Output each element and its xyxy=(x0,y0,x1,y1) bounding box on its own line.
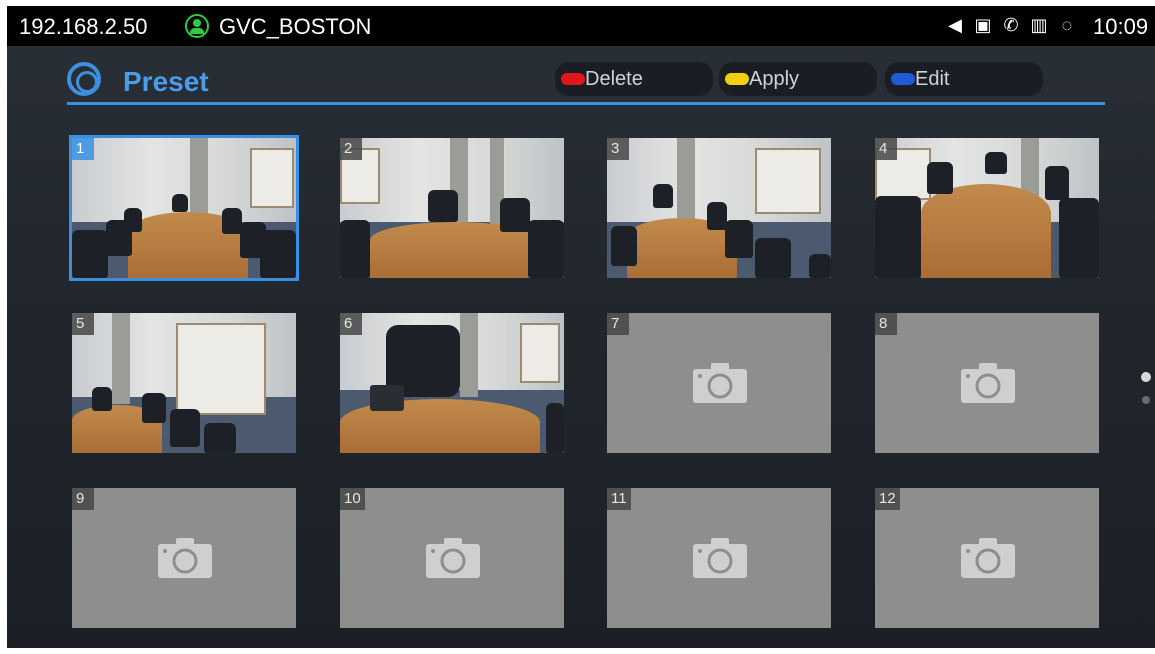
delete-button[interactable]: Delete xyxy=(555,62,713,96)
preset-number: 12 xyxy=(875,488,900,510)
account-name: GVC_BOSTON xyxy=(219,14,372,39)
status-icons: ◀ ▣ ✆ ▥ ◌ xyxy=(945,15,1077,36)
preset-snapshot xyxy=(607,138,831,278)
preset-tile-4[interactable]: 4 xyxy=(875,138,1099,278)
account-status-icon xyxy=(185,14,209,38)
page-indicator-active[interactable] xyxy=(1141,372,1151,382)
preset-number: 2 xyxy=(340,138,362,160)
preset-number: 8 xyxy=(875,313,897,335)
speaker-icon: ◀ xyxy=(948,15,962,35)
preset-tile-2[interactable]: 2 xyxy=(340,138,564,278)
apply-label: Apply xyxy=(749,68,800,90)
preset-tile-10[interactable]: 10 xyxy=(340,488,564,628)
call-icon: ✆ xyxy=(1003,15,1019,35)
camera-icon xyxy=(693,538,747,578)
red-key-icon xyxy=(561,73,585,85)
preset-number: 10 xyxy=(340,488,365,510)
sync-icon: ◌ xyxy=(1061,15,1073,35)
preset-number: 9 xyxy=(72,488,94,510)
voicemail-icon: ▣ xyxy=(974,15,992,35)
preset-tile-5[interactable]: 5 xyxy=(72,313,296,453)
edit-button[interactable]: Edit xyxy=(885,62,1043,96)
preset-snapshot xyxy=(72,313,296,453)
preset-tile-11[interactable]: 11 xyxy=(607,488,831,628)
preset-tile-9[interactable]: 9 xyxy=(72,488,296,628)
preset-snapshot xyxy=(72,138,296,278)
clock: 10:09 xyxy=(1093,14,1149,39)
preset-snapshot xyxy=(340,138,564,278)
preset-number: 3 xyxy=(607,138,629,160)
preset-snapshot xyxy=(340,313,564,453)
remote-icon: ▥ xyxy=(1030,15,1048,35)
preset-tile-1[interactable]: 1 xyxy=(69,135,299,281)
preset-number: 4 xyxy=(875,138,897,160)
yellow-key-icon xyxy=(725,73,749,85)
status-bar: 192.168.2.50 GVC_BOSTON ◀ ▣ ✆ ▥ ◌ 10:09 xyxy=(7,6,1155,46)
preset-tile-7[interactable]: 7 xyxy=(607,313,831,453)
page-title: Preset xyxy=(123,66,209,97)
apply-button[interactable]: Apply xyxy=(719,62,877,96)
preset-number: 5 xyxy=(72,313,94,335)
preset-snapshot xyxy=(875,138,1099,278)
camera-icon xyxy=(158,538,212,578)
camera-icon xyxy=(961,538,1015,578)
preset-tile-8[interactable]: 8 xyxy=(875,313,1099,453)
edit-label: Edit xyxy=(915,68,950,90)
preset-tile-12[interactable]: 12 xyxy=(875,488,1099,628)
preset-header: Preset Delete Apply Edit xyxy=(67,58,1105,106)
camera-icon xyxy=(961,363,1015,403)
preset-number: 7 xyxy=(607,313,629,335)
header-divider xyxy=(67,102,1105,105)
ip-address: 192.168.2.50 xyxy=(19,14,148,39)
preset-tile-6[interactable]: 6 xyxy=(340,313,564,453)
blue-key-icon xyxy=(891,73,915,85)
preset-icon xyxy=(67,62,101,96)
camera-icon xyxy=(426,538,480,578)
preset-number: 1 xyxy=(72,138,94,160)
preset-number: 11 xyxy=(607,488,631,510)
preset-screen: 192.168.2.50 GVC_BOSTON ◀ ▣ ✆ ▥ ◌ 10:09 … xyxy=(7,6,1155,648)
preset-tile-3[interactable]: 3 xyxy=(607,138,831,278)
delete-label: Delete xyxy=(585,68,643,90)
camera-icon xyxy=(693,363,747,403)
page-indicator[interactable] xyxy=(1142,396,1150,404)
preset-number: 6 xyxy=(340,313,362,335)
